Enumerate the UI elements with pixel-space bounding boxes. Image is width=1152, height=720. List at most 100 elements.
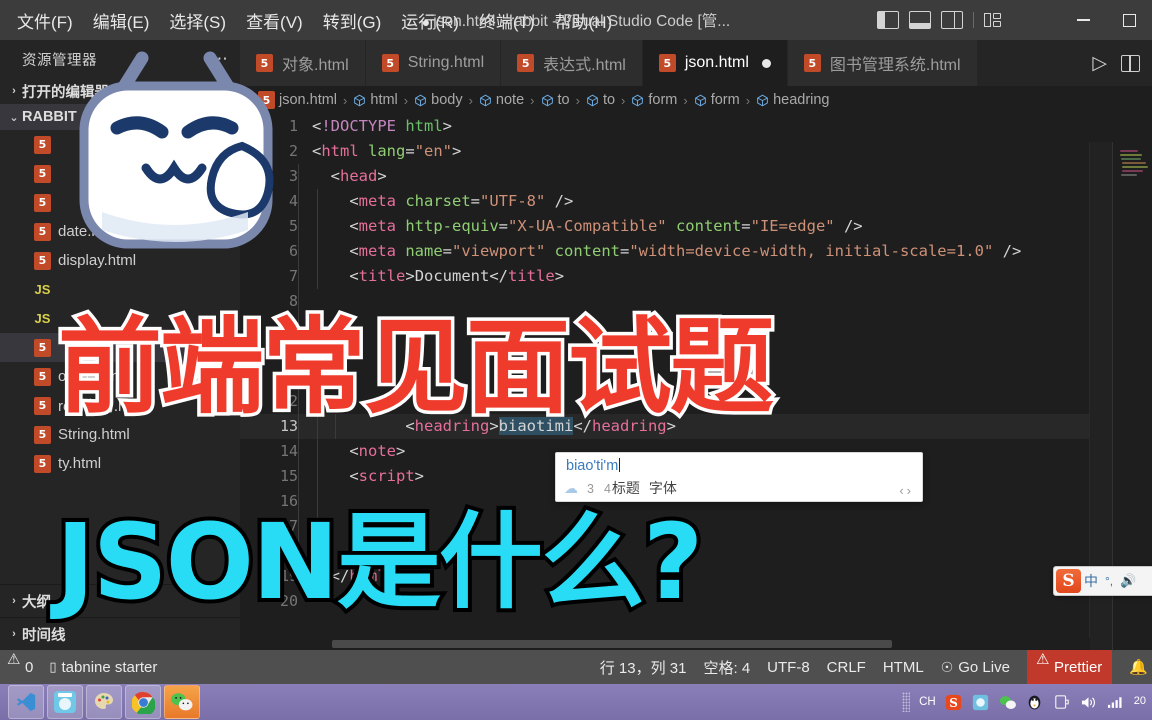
code-text[interactable] xyxy=(312,289,1152,314)
code-line[interactable]: 4 <meta charset="UTF-8" /> xyxy=(240,189,1152,214)
section-rabbit-folder[interactable]: ⌄ RABBIT xyxy=(0,104,240,130)
code-text[interactable]: <title>Document</title> xyxy=(312,264,1152,289)
maximize-button[interactable] xyxy=(1106,0,1152,40)
code-line[interactable]: 10 xyxy=(240,339,1152,364)
scrollbar-thumb[interactable] xyxy=(332,640,892,648)
code-line[interactable]: 6 <meta name="viewport" content="width=d… xyxy=(240,239,1152,264)
tab-dirty-dot[interactable] xyxy=(761,58,771,68)
section-outline[interactable]: › 大纲 xyxy=(0,584,240,617)
tab-tushuguanli-html[interactable]: 5 图书管理系统.html xyxy=(787,40,978,86)
vscode-taskbar-icon[interactable] xyxy=(8,685,44,719)
breadcrumb-item-to-2[interactable]: to xyxy=(586,92,615,108)
taskbar-clock[interactable]: 20 xyxy=(1134,696,1146,708)
status-notifications[interactable]: 🔔 xyxy=(1129,658,1148,676)
code-text[interactable] xyxy=(312,389,1152,414)
horizontal-scrollbar[interactable] xyxy=(240,638,1090,650)
menu-view[interactable]: 查看(V) xyxy=(237,4,312,37)
code-text[interactable]: <meta name="viewport" content="width=dev… xyxy=(312,239,1152,264)
list-item[interactable]: 5 date.html xyxy=(0,217,240,246)
code-text[interactable] xyxy=(312,364,1152,389)
list-item[interactable]: 5 display.html xyxy=(0,246,240,275)
qq-tray-icon[interactable] xyxy=(1026,693,1044,711)
code-line[interactable]: 5 <meta http-equiv="X-UA-Compatible" con… xyxy=(240,214,1152,239)
run-file-icon[interactable]: ▷ xyxy=(1092,52,1107,75)
menu-selection[interactable]: 选择(S) xyxy=(160,4,235,37)
breadcrumb-item-form-2[interactable]: form xyxy=(694,92,740,108)
sogou-tray-icon[interactable]: S xyxy=(945,693,963,711)
list-item[interactable]: 5 ty.html xyxy=(0,449,240,478)
menu-terminal[interactable]: 终端(T) xyxy=(470,4,544,37)
ime-next-page-icon[interactable]: › xyxy=(907,483,914,498)
code-text[interactable] xyxy=(312,514,1152,539)
list-item[interactable]: 5 xyxy=(0,333,240,362)
code-text[interactable] xyxy=(312,314,1152,339)
menu-run[interactable]: 运行(R) xyxy=(392,4,468,37)
ime-candidate[interactable]: 字体 xyxy=(649,478,677,498)
code-text[interactable]: <head> xyxy=(312,164,1152,189)
code-line[interactable]: 1 <!DOCTYPE html> xyxy=(240,114,1152,139)
code-text[interactable]: </html> xyxy=(312,564,1152,589)
tab-string-html[interactable]: 5 String.html xyxy=(365,40,502,86)
customize-layout-icon[interactable] xyxy=(984,12,1002,28)
status-tabnine[interactable]: ▯ tabnine starter xyxy=(49,659,157,676)
code-editor[interactable]: 1 <!DOCTYPE html> 2 <html lang="en"> 3 <head… xyxy=(240,114,1152,650)
code-line[interactable]: 17 xyxy=(240,514,1152,539)
status-encoding[interactable]: UTF-8 xyxy=(767,659,810,676)
sogou-ime-toolbar[interactable]: S 中 °, 🔊 xyxy=(1053,566,1152,596)
list-item[interactable]: 5 xyxy=(0,159,240,188)
toggle-primary-sidebar-icon[interactable] xyxy=(877,11,899,29)
tab-duixiang-html[interactable]: 5 对象.html xyxy=(240,40,366,86)
code-lines[interactable]: 1 <!DOCTYPE html> 2 <html lang="en"> 3 <head… xyxy=(240,114,1152,614)
toggle-panel-icon[interactable] xyxy=(909,11,931,29)
tab-biaodashi-html[interactable]: 5 表达式.html xyxy=(501,40,643,86)
list-item[interactable]: 5 rem布局.html xyxy=(0,391,240,420)
code-line[interactable]: 12 xyxy=(240,389,1152,414)
ime-candidate[interactable]: 3 xyxy=(587,480,595,496)
split-editor-icon[interactable] xyxy=(1121,54,1140,72)
code-text[interactable]: <!DOCTYPE html> xyxy=(312,114,1152,139)
code-line[interactable]: 9 xyxy=(240,314,1152,339)
status-eol[interactable]: CRLF xyxy=(827,659,866,676)
code-line[interactable]: 11 xyxy=(240,364,1152,389)
breadcrumb-item-form-1[interactable]: form xyxy=(631,92,677,108)
code-text[interactable]: <headring>biaotimi</headring> xyxy=(312,414,1152,439)
blue-app-tray-icon[interactable] xyxy=(972,693,990,711)
code-text[interactable] xyxy=(312,339,1152,364)
breadcrumb-item-file[interactable]: json.html xyxy=(279,92,337,108)
toggle-secondary-sidebar-icon[interactable] xyxy=(941,11,963,29)
status-go-live[interactable]: ☉ Go Live xyxy=(941,659,1010,676)
status-problems[interactable]: 0 xyxy=(7,650,33,676)
menu-go[interactable]: 转到(G) xyxy=(314,4,391,37)
code-line[interactable]: 13 <headring>biaotimi</headring> xyxy=(240,414,1152,439)
menu-file[interactable]: 文件(F) xyxy=(8,4,82,37)
ime-microphone-icon[interactable]: 🔊 xyxy=(1120,573,1136,589)
breadcrumb-item-body[interactable]: body xyxy=(414,92,463,108)
network-tray-icon[interactable] xyxy=(1053,693,1071,711)
code-text[interactable] xyxy=(312,589,1152,614)
breadcrumb-item-to-1[interactable]: to xyxy=(541,92,570,108)
status-indentation[interactable]: 空格: 4 xyxy=(703,657,750,678)
code-text[interactable]: <meta charset="UTF-8" /> xyxy=(312,189,1152,214)
status-cursor-position[interactable]: 行 13，列 31 xyxy=(600,657,687,678)
ime-candidate-window[interactable]: biao'ti'm ☁ 3 4标题 字体 ‹› xyxy=(555,452,923,502)
tab-json-html[interactable]: 5 json.html xyxy=(642,40,788,86)
code-line[interactable]: 19 </html> xyxy=(240,564,1152,589)
status-language-mode[interactable]: HTML xyxy=(883,659,924,676)
minimize-button[interactable] xyxy=(1060,0,1106,40)
ime-candidate[interactable]: 4标题 xyxy=(604,478,640,498)
explorer-more-icon[interactable]: ⋯ xyxy=(211,49,230,69)
sogou-logo-icon[interactable]: S xyxy=(1056,569,1081,593)
code-line[interactable]: 18 xyxy=(240,539,1152,564)
code-line[interactable]: 20 xyxy=(240,589,1152,614)
code-line[interactable]: 3 <head> xyxy=(240,164,1152,189)
ime-mode-toggle[interactable]: 中 xyxy=(1084,571,1098,591)
menu-edit[interactable]: 编辑(E) xyxy=(84,4,159,37)
section-open-editors[interactable]: › 打开的编辑器 xyxy=(0,78,240,104)
list-item[interactable]: JS xyxy=(0,275,240,304)
list-item[interactable]: JS xyxy=(0,304,240,333)
list-item[interactable]: 5 oject.html xyxy=(0,362,240,391)
list-item[interactable]: 5 xyxy=(0,130,240,159)
code-text[interactable]: <meta http-equiv="X-UA-Compatible" conte… xyxy=(312,214,1152,239)
breadcrumb-item-html[interactable]: html xyxy=(353,92,398,108)
ime-punctuation-toggle[interactable]: °, xyxy=(1105,574,1113,588)
